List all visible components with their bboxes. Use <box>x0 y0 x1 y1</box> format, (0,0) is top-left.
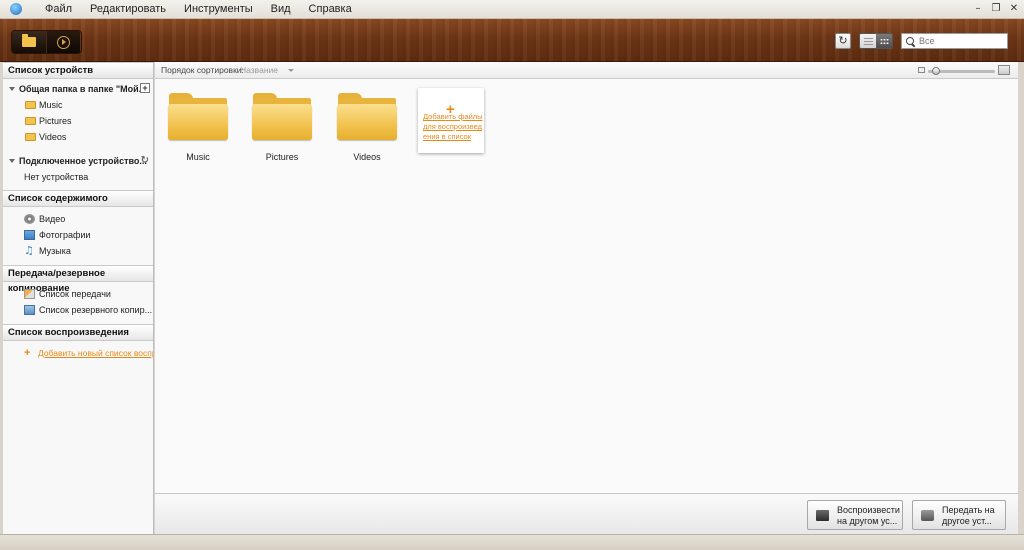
folder-icon <box>25 133 36 141</box>
transfer-icon <box>24 289 35 299</box>
sidebar-item-pictures-folder[interactable]: Pictures <box>3 113 153 129</box>
expand-triangle-icon[interactable] <box>9 87 15 91</box>
connected-device-label: Подключенное устройство... <box>19 156 147 166</box>
menu-file[interactable]: Файл <box>36 3 81 15</box>
thumbnail-small-icon <box>918 67 925 73</box>
list-view-button[interactable] <box>860 34 876 48</box>
menu-edit[interactable]: Редактировать <box>81 3 175 15</box>
transfer-to-device-button[interactable]: Передать на другое уст... <box>912 500 1006 530</box>
sort-label: Порядок сортировки: <box>161 65 244 75</box>
folder-name: Music <box>186 152 210 162</box>
restore-icon[interactable]: ❐ <box>990 2 1002 15</box>
minimize-icon[interactable]: – <box>972 2 984 15</box>
content-list-section: Видео Фотографии ♫ Музыка <box>3 207 153 261</box>
shared-folder-label: Общая папка в папке "Мой... <box>19 84 147 94</box>
no-device-text: Нет устройства <box>24 172 89 182</box>
sidebar-item-label: Videos <box>39 132 67 142</box>
thumbnail-large-icon <box>998 65 1010 75</box>
folder-icon <box>22 34 36 47</box>
sidebar-item-label: Музыка <box>39 246 71 256</box>
button-label: Воспроизвести на другом ус... <box>837 505 900 526</box>
refresh-icon[interactable]: ↻ <box>141 153 149 169</box>
sidebar-item-label: Music <box>39 100 63 110</box>
content-list-header: Список содержимого <box>3 190 153 207</box>
play-icon <box>57 35 70 49</box>
folder-tile-music[interactable]: Music <box>161 93 235 162</box>
content-area: Порядок сортировки: Название Music Pictu… <box>155 62 1018 534</box>
sidebar-item-label: Список резервного копир... <box>39 305 153 315</box>
photo-icon <box>24 230 35 240</box>
device-list-header: Список устройств <box>3 62 153 79</box>
backup-icon <box>24 305 35 315</box>
close-icon[interactable]: ✕ <box>1008 2 1020 15</box>
playlist-header: Список воспроизведения <box>3 324 153 341</box>
expand-triangle-icon[interactable] <box>9 159 15 163</box>
sidebar-item-videos-folder[interactable]: Videos <box>3 129 153 145</box>
sidebar-item-music-folder[interactable]: Music <box>3 97 153 113</box>
plus-icon: + <box>24 347 31 359</box>
transfer-backup-header: Передача/резервное копирование <box>3 265 153 294</box>
sidebar-item-label: Список передачи <box>39 289 111 299</box>
folder-name: Pictures <box>265 152 299 162</box>
refresh-icon: ↻ <box>838 34 848 47</box>
refresh-button[interactable]: ↻ <box>835 33 851 49</box>
folder-icon <box>25 117 36 125</box>
list-icon <box>863 37 873 45</box>
music-note-icon: ♫ <box>24 244 34 257</box>
play-on-other-device-button[interactable]: Воспроизвести на другом ус... <box>807 500 903 530</box>
button-label: Передать на другое уст... <box>942 505 995 526</box>
grid-icon <box>879 37 889 45</box>
status-bar <box>0 534 1024 550</box>
zoom-slider[interactable] <box>928 67 995 75</box>
add-playlist-row[interactable]: + Добавить новый список воспр... <box>3 345 153 361</box>
shared-folder-node[interactable]: Общая папка в папке "Мой... + <box>3 81 153 97</box>
menu-help[interactable]: Справка <box>300 3 361 15</box>
add-files-link[interactable]: Добавить файлы для воспроизведения в спи… <box>423 112 483 142</box>
connected-device-node[interactable]: Подключенное устройство... ↻ <box>3 153 153 169</box>
sidebar-item-music[interactable]: ♫ Музыка <box>3 243 153 259</box>
transfer-backup-section: Список передачи Список резервного копир.… <box>3 282 153 320</box>
sidebar-item-transfer-list[interactable]: Список передачи <box>3 286 153 302</box>
folder-icon <box>168 93 228 141</box>
sidebar-item-label: Фотографии <box>39 230 91 240</box>
menu-bar: Файл Редактировать Инструменты Вид Справ… <box>0 0 1024 19</box>
window-controls: – ❐ ✕ <box>972 2 1020 15</box>
search-input[interactable] <box>919 36 1007 46</box>
player-mode-button[interactable] <box>46 31 80 53</box>
sidebar-item-photos[interactable]: Фотографии <box>3 227 153 243</box>
playlist-section: + Добавить новый список воспр... <box>3 341 153 363</box>
folder-icon <box>25 101 36 109</box>
sidebar-item-backup-list[interactable]: Список резервного копир... <box>3 302 153 318</box>
bottom-action-bar: Воспроизвести на другом ус... Передать н… <box>155 493 1018 534</box>
folder-tile-pictures[interactable]: Pictures <box>245 93 319 162</box>
search-icon <box>906 36 915 46</box>
app-logo-icon[interactable] <box>10 3 22 15</box>
sidebar-item-video[interactable]: Видео <box>3 211 153 227</box>
device-list-section: Общая папка в папке "Мой... + Music Pict… <box>3 79 153 187</box>
view-toggle <box>859 33 893 49</box>
sidebar-item-label: Видео <box>39 214 66 224</box>
sort-dropdown[interactable]: Название <box>240 62 278 79</box>
folder-mode-button[interactable] <box>12 31 46 53</box>
folder-tile-videos[interactable]: Videos <box>330 93 404 162</box>
device-play-icon <box>816 510 829 521</box>
sort-bar: Порядок сортировки: Название <box>155 62 1018 79</box>
menu-view[interactable]: Вид <box>262 3 300 15</box>
zoom-slider-thumb[interactable] <box>932 67 940 75</box>
menu-tools[interactable]: Инструменты <box>175 3 262 15</box>
device-transfer-icon <box>921 510 934 521</box>
mode-switcher <box>12 31 81 53</box>
folder-name: Videos <box>353 152 381 162</box>
folder-icon <box>252 93 312 141</box>
add-files-tile[interactable]: + Добавить файлы для воспроизведения в с… <box>418 88 484 153</box>
film-reel-icon <box>24 214 35 224</box>
add-shared-folder-button[interactable]: + <box>140 83 150 93</box>
chevron-down-icon[interactable] <box>288 69 294 72</box>
sidebar: Список устройств Общая папка в папке "Мо… <box>3 62 154 534</box>
search-box <box>901 33 1008 49</box>
sidebar-item-label: Pictures <box>39 116 72 126</box>
grid-view-button[interactable] <box>876 34 892 48</box>
folder-icon <box>337 93 397 141</box>
